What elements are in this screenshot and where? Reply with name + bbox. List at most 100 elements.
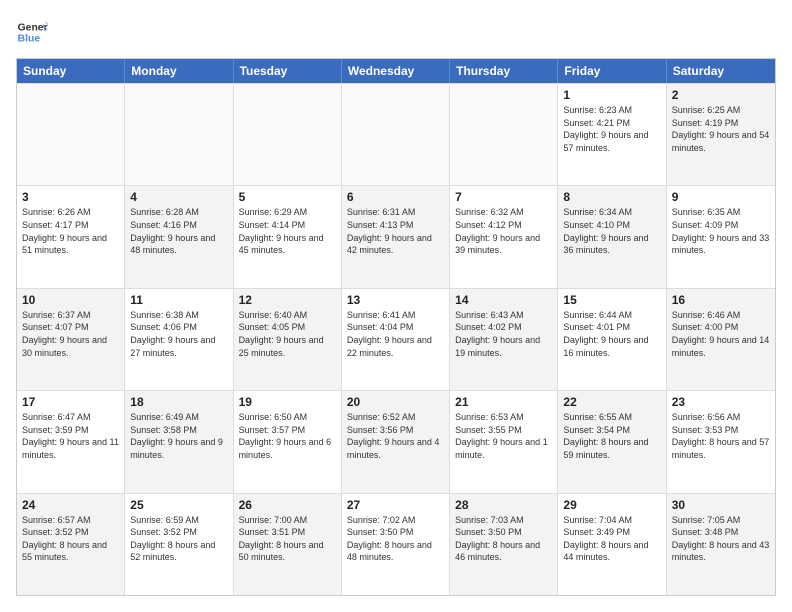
day-info: Sunrise: 6:59 AM Sunset: 3:52 PM Dayligh… [130,514,227,564]
day-number: 20 [347,395,444,409]
calendar-day-28: 28 Sunrise: 7:03 AM Sunset: 3:50 PM Dayli… [450,494,558,595]
day-header-friday: Friday [558,59,666,83]
day-info: Sunrise: 6:37 AM Sunset: 4:07 PM Dayligh… [22,309,119,359]
day-info: Sunrise: 6:25 AM Sunset: 4:19 PM Dayligh… [672,104,770,154]
day-number: 10 [22,293,119,307]
calendar-week-2: 3 Sunrise: 6:26 AM Sunset: 4:17 PM Daylig… [17,185,775,287]
day-info: Sunrise: 6:44 AM Sunset: 4:01 PM Dayligh… [563,309,660,359]
calendar-day-13: 13Sunrise: 6:41 AM Sunset: 4:04 PM Dayli… [342,289,450,390]
calendar-day-empty [234,84,342,185]
day-number: 12 [239,293,336,307]
calendar-day-9: 9 Sunrise: 6:35 AM Sunset: 4:09 PM Daylig… [667,186,775,287]
day-number: 22 [563,395,660,409]
day-info: Sunrise: 7:02 AM Sunset: 3:50 PM Dayligh… [347,514,444,564]
calendar-day-1: 1 Sunrise: 6:23 AM Sunset: 4:21 PM Daylig… [558,84,666,185]
calendar-day-17: 17 Sunrise: 6:47 AM Sunset: 3:59 PM Dayli… [17,391,125,492]
calendar-day-6: 6Sunrise: 6:31 AM Sunset: 4:13 PM Daylig… [342,186,450,287]
calendar-day-4: 4 Sunrise: 6:28 AM Sunset: 4:16 PM Daylig… [125,186,233,287]
day-info: Sunrise: 6:26 AM Sunset: 4:17 PM Dayligh… [22,206,119,256]
calendar-day-30: 30 Sunrise: 7:05 AM Sunset: 3:48 PM Dayli… [667,494,775,595]
day-info: Sunrise: 6:28 AM Sunset: 4:16 PM Dayligh… [130,206,227,256]
calendar-day-24: 24 Sunrise: 6:57 AM Sunset: 3:52 PM Dayli… [17,494,125,595]
calendar-day-19: 19Sunrise: 6:50 AM Sunset: 3:57 PM Dayli… [234,391,342,492]
day-header-sunday: Sunday [17,59,125,83]
day-info: Sunrise: 6:41 AM Sunset: 4:04 PM Dayligh… [347,309,444,359]
day-header-thursday: Thursday [450,59,558,83]
calendar-week-3: 10 Sunrise: 6:37 AM Sunset: 4:07 PM Dayli… [17,288,775,390]
day-number: 30 [672,498,770,512]
day-number: 5 [239,190,336,204]
day-info: Sunrise: 6:29 AM Sunset: 4:14 PM Dayligh… [239,206,336,256]
calendar-day-2: 2 Sunrise: 6:25 AM Sunset: 4:19 PM Daylig… [667,84,775,185]
day-number: 29 [563,498,660,512]
day-number: 2 [672,88,770,102]
day-number: 19 [239,395,336,409]
day-number: 17 [22,395,119,409]
day-number: 15 [563,293,660,307]
day-header-tuesday: Tuesday [234,59,342,83]
day-info: Sunrise: 6:56 AM Sunset: 3:53 PM Dayligh… [672,411,770,461]
day-number: 4 [130,190,227,204]
calendar-day-29: 29Sunrise: 7:04 AM Sunset: 3:49 PM Dayli… [558,494,666,595]
calendar-day-27: 27Sunrise: 7:02 AM Sunset: 3:50 PM Dayli… [342,494,450,595]
day-number: 9 [672,190,770,204]
calendar-day-empty [450,84,558,185]
day-info: Sunrise: 6:57 AM Sunset: 3:52 PM Dayligh… [22,514,119,564]
calendar-day-18: 18Sunrise: 6:49 AM Sunset: 3:58 PM Dayli… [125,391,233,492]
day-number: 28 [455,498,552,512]
day-header-saturday: Saturday [667,59,775,83]
calendar-day-empty [342,84,450,185]
page: General Blue SundayMondayTuesdayWednesda… [0,0,792,612]
day-info: Sunrise: 6:43 AM Sunset: 4:02 PM Dayligh… [455,309,552,359]
day-number: 6 [347,190,444,204]
day-info: Sunrise: 6:53 AM Sunset: 3:55 PM Dayligh… [455,411,552,461]
calendar-day-23: 23 Sunrise: 6:56 AM Sunset: 3:53 PM Dayli… [667,391,775,492]
day-info: Sunrise: 7:03 AM Sunset: 3:50 PM Dayligh… [455,514,552,564]
day-number: 18 [130,395,227,409]
day-info: Sunrise: 6:35 AM Sunset: 4:09 PM Dayligh… [672,206,770,256]
day-info: Sunrise: 6:23 AM Sunset: 4:21 PM Dayligh… [563,104,660,154]
day-number: 7 [455,190,552,204]
calendar-day-empty [125,84,233,185]
svg-text:Blue: Blue [18,34,41,45]
day-number: 25 [130,498,227,512]
logo-icon: General Blue [16,16,48,48]
day-info: Sunrise: 6:46 AM Sunset: 4:00 PM Dayligh… [672,309,770,359]
calendar-day-20: 20Sunrise: 6:52 AM Sunset: 3:56 PM Dayli… [342,391,450,492]
day-number: 3 [22,190,119,204]
day-number: 16 [672,293,770,307]
calendar-header: SundayMondayTuesdayWednesdayThursdayFrid… [17,59,775,83]
day-info: Sunrise: 6:47 AM Sunset: 3:59 PM Dayligh… [22,411,119,461]
calendar-day-21: 21Sunrise: 6:53 AM Sunset: 3:55 PM Dayli… [450,391,558,492]
day-info: Sunrise: 6:38 AM Sunset: 4:06 PM Dayligh… [130,309,227,359]
day-number: 11 [130,293,227,307]
calendar-day-26: 26 Sunrise: 7:00 AM Sunset: 3:51 PM Dayli… [234,494,342,595]
day-info: Sunrise: 6:32 AM Sunset: 4:12 PM Dayligh… [455,206,552,256]
day-info: Sunrise: 7:00 AM Sunset: 3:51 PM Dayligh… [239,514,336,564]
calendar-day-14: 14 Sunrise: 6:43 AM Sunset: 4:02 PM Dayli… [450,289,558,390]
day-number: 26 [239,498,336,512]
day-info: Sunrise: 7:05 AM Sunset: 3:48 PM Dayligh… [672,514,770,564]
calendar-day-8: 8 Sunrise: 6:34 AM Sunset: 4:10 PM Daylig… [558,186,666,287]
day-info: Sunrise: 6:34 AM Sunset: 4:10 PM Dayligh… [563,206,660,256]
day-number: 1 [563,88,660,102]
day-number: 14 [455,293,552,307]
day-header-wednesday: Wednesday [342,59,450,83]
svg-text:General: General [18,22,48,33]
calendar-week-1: 1 Sunrise: 6:23 AM Sunset: 4:21 PM Daylig… [17,83,775,185]
calendar-day-16: 16 Sunrise: 6:46 AM Sunset: 4:00 PM Dayli… [667,289,775,390]
day-number: 23 [672,395,770,409]
calendar-week-5: 24 Sunrise: 6:57 AM Sunset: 3:52 PM Dayli… [17,493,775,595]
calendar-week-4: 17 Sunrise: 6:47 AM Sunset: 3:59 PM Dayli… [17,390,775,492]
day-number: 8 [563,190,660,204]
calendar-day-10: 10 Sunrise: 6:37 AM Sunset: 4:07 PM Dayli… [17,289,125,390]
logo: General Blue [16,16,52,48]
day-info: Sunrise: 6:55 AM Sunset: 3:54 PM Dayligh… [563,411,660,461]
day-number: 24 [22,498,119,512]
calendar-day-7: 7 Sunrise: 6:32 AM Sunset: 4:12 PM Daylig… [450,186,558,287]
calendar-body: 1 Sunrise: 6:23 AM Sunset: 4:21 PM Daylig… [17,83,775,595]
calendar-day-3: 3 Sunrise: 6:26 AM Sunset: 4:17 PM Daylig… [17,186,125,287]
calendar-day-5: 5 Sunrise: 6:29 AM Sunset: 4:14 PM Daylig… [234,186,342,287]
calendar-day-25: 25 Sunrise: 6:59 AM Sunset: 3:52 PM Dayli… [125,494,233,595]
calendar-day-12: 12Sunrise: 6:40 AM Sunset: 4:05 PM Dayli… [234,289,342,390]
